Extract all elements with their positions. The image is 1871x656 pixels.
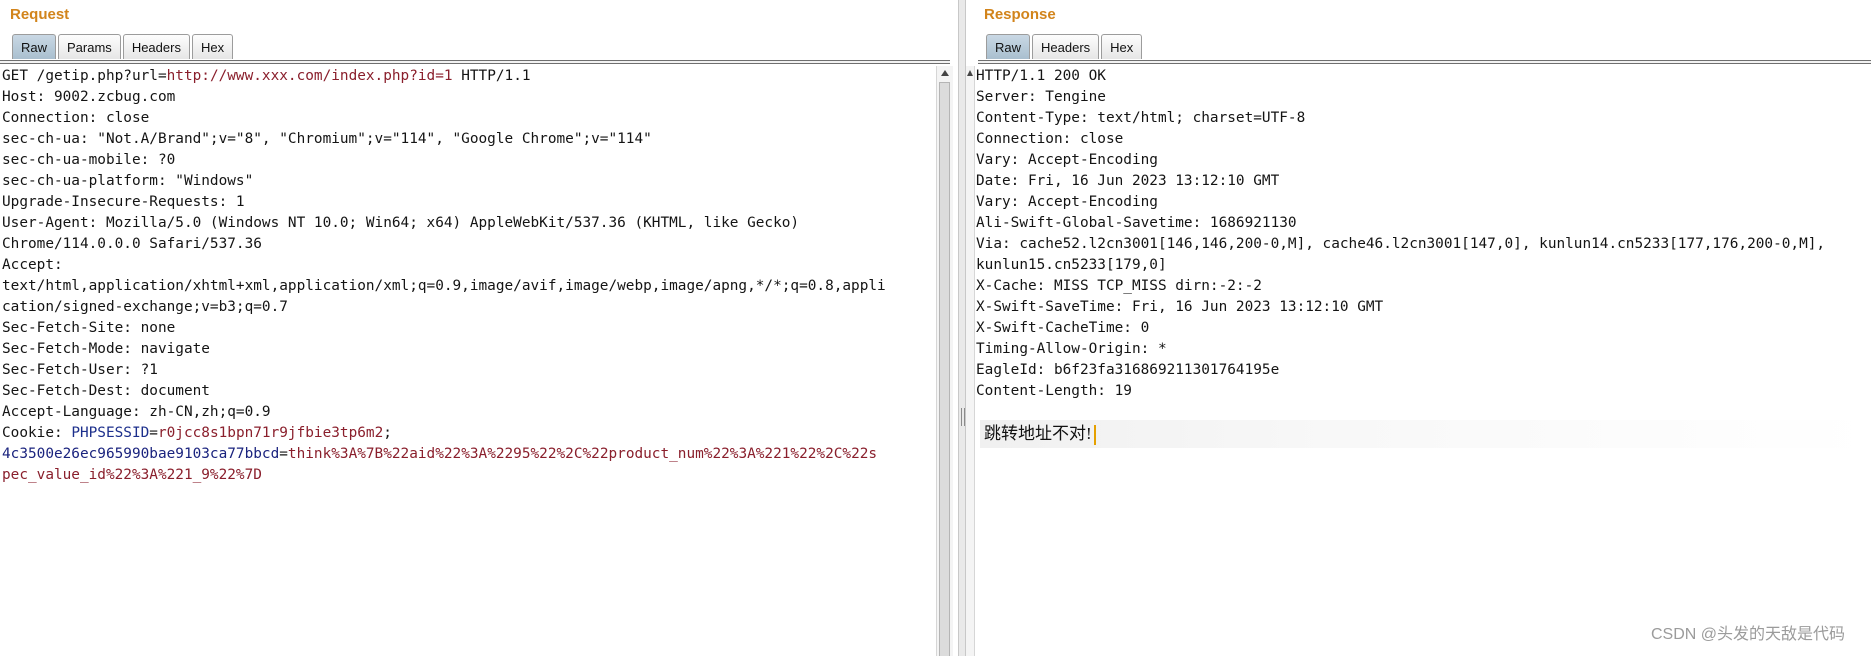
response-tab-raw[interactable]: Raw: [986, 34, 1031, 59]
request-pane: Request Raw Params Headers Hex GET /geti…: [0, 0, 958, 656]
request-editor[interactable]: GET /getip.php?url=http://www.xxx.com/in…: [2, 66, 886, 486]
header-line: X-Swift-SaveTime: Fri, 16 Jun 2023 13:12…: [976, 299, 1384, 315]
cookie-line: Cookie: PHPSESSID=r0jcc8s1bpn71r9jfbie3t…: [2, 425, 392, 441]
header-line: Server: Tengine: [976, 89, 1106, 105]
request-scrollbar[interactable]: [936, 66, 953, 656]
header-line: Via: cache52.l2cn3001[146,146,200-0,M], …: [976, 236, 1826, 252]
header-line: sec-ch-ua-platform: "Windows": [2, 173, 254, 189]
response-editor[interactable]: HTTP/1.1 200 OK Server: Tengine Content-…: [976, 66, 1825, 402]
header-line: User-Agent: Mozilla/5.0 (Windows NT 10.0…: [2, 215, 800, 231]
request-tab-headers[interactable]: Headers: [122, 34, 190, 59]
header-line: Vary: Accept-Encoding: [976, 152, 1158, 168]
response-tab-rule: [978, 60, 1871, 64]
response-body-line[interactable]: 跳转地址不对!: [980, 420, 1871, 448]
response-left-scrollbar[interactable]: [966, 66, 975, 656]
header-line: Upgrade-Insecure-Requests: 1: [2, 194, 245, 210]
scroll-up-arrow-icon[interactable]: [967, 70, 973, 76]
cookie-line: 4c3500e26ec965990bae9103ca77bbcd=think%3…: [2, 446, 878, 462]
header-line: Sec-Fetch-User: ?1: [2, 362, 158, 378]
request-tab-rule: [0, 60, 950, 64]
request-tab-raw[interactable]: Raw: [12, 34, 57, 59]
header-line: Accept:: [2, 257, 63, 273]
header-line: EagleId: b6f23fa316869211301764195e: [976, 362, 1280, 378]
cookie-value: think%3A%7B%22aid%22%3A%2295%22%2C%22pro…: [287, 446, 878, 462]
header-line: X-Swift-CacheTime: 0: [976, 320, 1150, 336]
cookie-name: PHPSESSID: [71, 425, 150, 441]
header-line: Sec-Fetch-Dest: document: [2, 383, 210, 399]
response-title: Response: [984, 6, 1056, 23]
scroll-thumb[interactable]: [939, 82, 950, 656]
status-line: HTTP/1.1 200 OK: [976, 68, 1106, 84]
cookie-value: r0jcc8s1bpn71r9jfbie3tp6m2: [157, 425, 384, 441]
header-line: sec-ch-ua: "Not.A/Brand";v="8", "Chromiu…: [2, 131, 652, 147]
request-tab-hex[interactable]: Hex: [191, 34, 234, 59]
cookie-name: 4c3500e26ec965990bae9103ca77bbcd: [2, 446, 280, 462]
response-tabs: Raw Headers Hex: [986, 34, 1144, 60]
header-line: Sec-Fetch-Site: none: [2, 320, 176, 336]
header-line: text/html,application/xhtml+xml,applicat…: [2, 278, 886, 294]
header-line: Date: Fri, 16 Jun 2023 13:12:10 GMT: [976, 173, 1280, 189]
header-line: X-Cache: MISS TCP_MISS dirn:-2:-2: [976, 278, 1262, 294]
header-line: Accept-Language: zh-CN,zh;q=0.9: [2, 404, 271, 420]
response-pane: Response Raw Headers Hex HTTP/1.1 200 OK…: [966, 0, 1871, 656]
text-caret: [1093, 425, 1096, 446]
header-line: Sec-Fetch-Mode: navigate: [2, 341, 210, 357]
request-title: Request: [10, 6, 70, 23]
request-tab-params[interactable]: Params: [58, 34, 121, 59]
header-line: kunlun15.cn5233[179,0]: [976, 257, 1167, 273]
header-line: Chrome/114.0.0.0 Safari/537.36: [2, 236, 262, 252]
header-line: Vary: Accept-Encoding: [976, 194, 1158, 210]
header-line: Timing-Allow-Origin: *: [976, 341, 1167, 357]
cookie-value-cont: pec_value_id%22%3A%221_9%22%7D: [2, 467, 262, 483]
request-line: GET /getip.php?url=http://www.xxx.com/in…: [2, 68, 531, 84]
header-line: Connection: close: [976, 131, 1124, 147]
response-tab-hex[interactable]: Hex: [1101, 34, 1143, 59]
header-line: Ali-Swift-Global-Savetime: 1686921130: [976, 215, 1297, 231]
response-tab-headers[interactable]: Headers: [1032, 34, 1100, 59]
header-line: Host: 9002.zcbug.com: [2, 89, 176, 105]
header-line: sec-ch-ua-mobile: ?0: [2, 152, 176, 168]
header-line: Content-Length: 19: [976, 383, 1132, 399]
header-line: Content-Type: text/html; charset=UTF-8: [976, 110, 1306, 126]
request-tabs: Raw Params Headers Hex: [12, 34, 235, 60]
pane-splitter[interactable]: [958, 0, 966, 656]
watermark: CSDN @头发的天敌是代码: [1650, 626, 1845, 643]
header-line: Connection: close: [2, 110, 150, 126]
splitter-grip-icon[interactable]: [961, 408, 965, 426]
response-body-text: 跳转地址不对!: [984, 422, 1096, 446]
scroll-up-arrow-icon[interactable]: [941, 70, 949, 76]
header-line: cation/signed-exchange;v=b3;q=0.7: [2, 299, 288, 315]
